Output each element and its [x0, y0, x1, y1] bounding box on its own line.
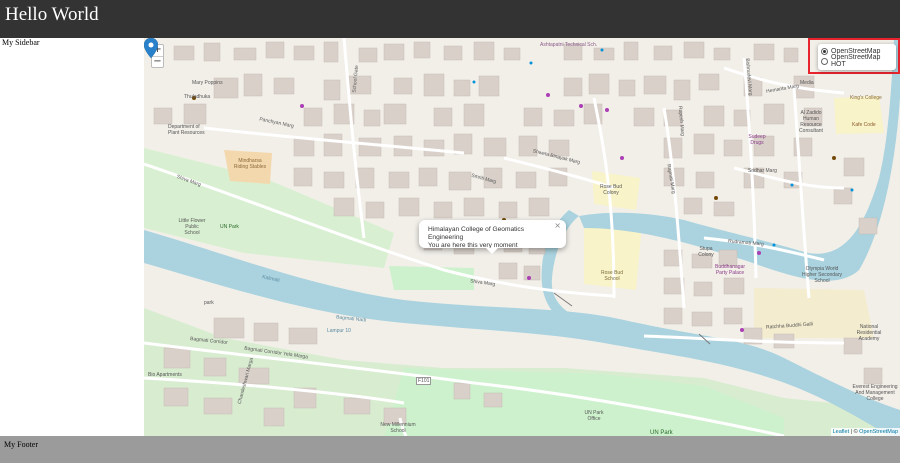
radio-selected-icon[interactable]	[821, 47, 828, 55]
map-label-mary-poppins: Mary Poppins	[192, 80, 223, 86]
map-label-thulodhuka: Thuladhuka	[184, 94, 211, 100]
layer-switcher-highlight: OpenStreetMap OpenStreetMap HOT	[808, 38, 900, 74]
sidebar: My Sidebar	[0, 38, 144, 436]
map-label-kafe-code: Kafe Code	[852, 122, 876, 128]
map-label-new-millennium: New Millennium School	[380, 422, 416, 434]
map-label-kings-college: King's College	[850, 95, 882, 101]
footer-bar: My Footer	[0, 436, 900, 463]
map-label-al-zadido: Al Zadido Human Resource Consultant	[799, 110, 823, 134]
map-label-lampur: Lampur 10	[327, 328, 351, 334]
map-label-little-flower: Little Flower Public School	[178, 218, 206, 236]
map-label-park: park	[204, 300, 214, 306]
location-marker-icon[interactable]	[144, 38, 158, 58]
layer-option-openstreetmap-hot[interactable]: OpenStreetMap HOT	[821, 54, 893, 68]
footer-text: My Footer	[4, 440, 38, 449]
map-view[interactable]: Ashtapatni Technical Sch. Mary Poppins T…	[144, 38, 900, 436]
popup-title: Himalayan College of Geomatics Engineeri…	[428, 226, 525, 241]
map-label-olympia: Olympia World Higher Secondary School	[801, 266, 843, 284]
map-label-ashtapatni: Ashtapatni Technical Sch.	[540, 42, 598, 48]
map-label-department-plant: Department of Plant Resources	[168, 124, 205, 136]
map-label-f101: F101	[416, 377, 432, 385]
sidebar-title: My Sidebar	[2, 38, 40, 47]
map-attribution: Leaflet | © OpenStreetMap	[830, 428, 900, 436]
map-label-un-park-office: UN Park Office	[584, 410, 604, 422]
header-bar: Hello World	[0, 0, 900, 38]
location-popup: Himalayan College of Geomatics Engineeri…	[419, 220, 566, 254]
page-title: Hello World	[5, 4, 99, 25]
map-label-national: National Residential Academy	[856, 324, 882, 342]
map-label-stupa-colony: Stupa Colony	[698, 246, 714, 258]
map-label-un-park: UN Park	[220, 224, 239, 230]
attribution-separator: | ©	[849, 429, 860, 435]
layer-option-label: OpenStreetMap HOT	[831, 54, 881, 68]
openstreetmap-link[interactable]: OpenStreetMap	[859, 429, 898, 435]
map-label-media: Media	[800, 80, 814, 86]
map-label-buddhanagar: Buddhanagar Party Palace	[714, 264, 746, 276]
map-label-sudeep: Sudeep Drugs	[748, 134, 766, 146]
popup-tip	[486, 248, 498, 254]
radio-unselected-icon[interactable]	[821, 57, 828, 65]
map-label-mindharsa: Mindharsa Riding Stables	[233, 158, 267, 170]
popup-close-icon[interactable]: ×	[554, 222, 561, 230]
layer-switcher: OpenStreetMap OpenStreetMap HOT	[818, 44, 896, 70]
map-label-rose-bud-colony: Rose Bud Colony	[600, 184, 622, 196]
leaflet-link[interactable]: Leaflet	[833, 429, 850, 435]
map-label-everest: Everest Engineering And Management Colle…	[852, 384, 898, 402]
map-label-sridhar-marg: Sridhar Marg	[748, 168, 777, 174]
map-label-rose-bud: Rose Bud School	[601, 270, 623, 282]
map-label-bio-apartments: Bio Apartments	[148, 372, 182, 378]
